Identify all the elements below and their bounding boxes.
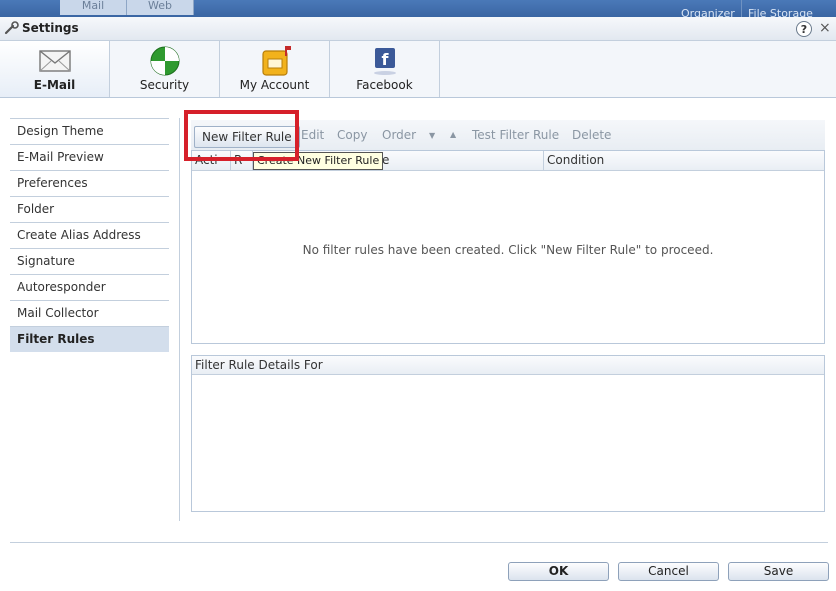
- tab-security[interactable]: Security: [110, 41, 220, 97]
- cancel-button[interactable]: Cancel: [618, 562, 719, 581]
- close-button[interactable]: ×: [819, 20, 831, 36]
- sidebar-divider: [179, 118, 180, 521]
- sidebar-item-design-theme[interactable]: Design Theme: [10, 118, 169, 144]
- test-filter-rule-button[interactable]: Test Filter Rule: [472, 128, 559, 142]
- tab-facebook-label: Facebook: [356, 78, 413, 92]
- tab-facebook[interactable]: f Facebook: [330, 41, 440, 97]
- wrench-icon: [4, 21, 19, 35]
- tab-mail[interactable]: Mail: [60, 0, 127, 15]
- tab-web[interactable]: Web: [127, 0, 194, 15]
- sidebar-item-signature[interactable]: Signature: [10, 248, 169, 274]
- move-down-icon[interactable]: ▼: [429, 131, 435, 140]
- facebook-icon: f: [373, 48, 396, 75]
- copy-button[interactable]: Copy: [337, 128, 367, 142]
- sidebar-item-autoresponder[interactable]: Autoresponder: [10, 274, 169, 300]
- tab-email[interactable]: E-Mail: [0, 41, 110, 97]
- settings-category-tabs: E-Mail Security My Account f Facebook: [0, 41, 836, 98]
- top-navigation-strip: Mail Web Organizer File Storage: [0, 0, 836, 20]
- order-label: Order: [382, 128, 417, 142]
- mailbox-icon: [261, 46, 291, 76]
- tab-security-label: Security: [139, 78, 190, 92]
- details-header: Filter Rule Details For: [192, 356, 824, 375]
- ok-button[interactable]: OK: [508, 562, 609, 581]
- sidebar-item-filter-rules[interactable]: Filter Rules: [10, 326, 169, 352]
- svg-text:f: f: [381, 50, 389, 69]
- highlight-box: [184, 110, 299, 161]
- envelope-icon: [38, 50, 71, 72]
- window-title: Settings: [22, 21, 79, 35]
- save-button[interactable]: Save: [728, 562, 829, 581]
- top-separator: [741, 0, 742, 17]
- sidebar-item-create-alias-address[interactable]: Create Alias Address: [10, 222, 169, 248]
- tab-email-label: E-Mail: [33, 78, 76, 92]
- filter-rules-table: Acti R Create New Filter Rule Condition …: [191, 150, 825, 344]
- help-button[interactable]: ?: [796, 21, 812, 37]
- tab-my-account-label: My Account: [239, 78, 310, 92]
- empty-state-message: No filter rules have been created. Click…: [302, 243, 714, 257]
- sidebar-item-mail-collector[interactable]: Mail Collector: [10, 300, 169, 326]
- edit-button[interactable]: Edit: [301, 128, 324, 142]
- move-up-icon[interactable]: ▲: [450, 130, 456, 139]
- shield-icon: [150, 46, 179, 76]
- sidebar-item-preferences[interactable]: Preferences: [10, 170, 169, 196]
- settings-titlebar: Settings ? ×: [0, 17, 836, 41]
- tab-my-account[interactable]: My Account: [220, 41, 330, 97]
- sidebar-item-folder[interactable]: Folder: [10, 196, 169, 222]
- filter-rule-details-panel: Filter Rule Details For: [191, 355, 825, 512]
- footer-divider: [10, 542, 828, 543]
- delete-button[interactable]: Delete: [572, 128, 611, 142]
- settings-sidebar: Design Theme E-Mail Preview Preferences …: [10, 118, 169, 352]
- column-header-condition[interactable]: Condition: [544, 151, 824, 170]
- sidebar-item-email-preview[interactable]: E-Mail Preview: [10, 144, 169, 170]
